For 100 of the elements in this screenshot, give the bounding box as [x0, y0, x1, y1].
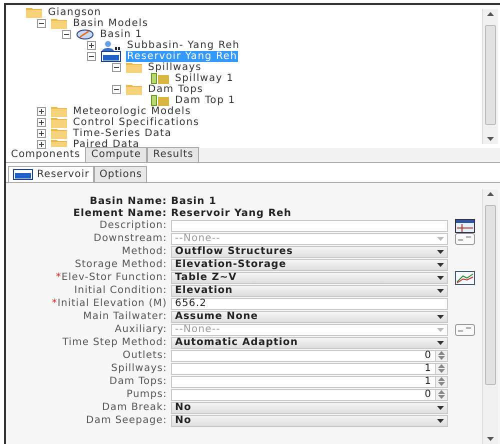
basin-icon [76, 29, 94, 40]
caret-icon [437, 276, 444, 280]
field-value: Basin 1 [171, 194, 217, 208]
collapse-icon[interactable] [62, 30, 71, 39]
tree-item[interactable]: Spillway 1 [174, 73, 235, 84]
step-up-icon [438, 351, 445, 355]
caret-icon [437, 328, 444, 332]
step-down-icon [438, 369, 445, 373]
folder-icon [26, 7, 42, 18]
tab[interactable]: Results [147, 147, 200, 162]
table-icon[interactable] [455, 218, 475, 232]
folder-icon [51, 18, 67, 29]
scroll-up-icon [487, 192, 494, 196]
field-label: Storage Method: [74, 258, 168, 272]
tab[interactable]: Components [6, 147, 86, 162]
number-spinner[interactable]: 0 [171, 388, 448, 400]
tab[interactable]: Options [94, 166, 148, 182]
tree-item[interactable]: Paired Data [72, 139, 141, 150]
chart-icon[interactable] [455, 270, 475, 284]
field-label: *Initial Elevation (M) [50, 297, 168, 311]
collapse-icon[interactable] [112, 63, 121, 72]
tree-item[interactable]: Dam Top 1 [174, 95, 236, 106]
field-label: Dam Seepage: [85, 414, 168, 428]
collapse-icon[interactable] [112, 85, 121, 94]
dropdown[interactable]: No [171, 402, 448, 414]
field-label: Description: [98, 219, 168, 233]
field-label: Pumps: [126, 388, 168, 402]
scrollbar[interactable] [482, 189, 498, 444]
scroll-down-icon [487, 437, 494, 441]
field-label: Main Tailwater: [82, 310, 168, 324]
field-value: Reservoir Yang Reh [171, 206, 292, 220]
tree-item[interactable]: Giangson [47, 7, 102, 18]
field-label: Outlets: [122, 349, 168, 363]
reservoir-icon [101, 51, 121, 62]
field-label: Time Step Method: [61, 336, 168, 350]
caret-icon [437, 406, 444, 410]
number-spinner[interactable]: 1 [171, 362, 448, 374]
tab[interactable]: Reservoir [8, 166, 94, 182]
structure-icon [151, 73, 169, 84]
step-down-icon [438, 356, 445, 360]
scroll-down-icon [487, 137, 494, 141]
structure-icon [151, 95, 169, 106]
dropdown[interactable]: Assume None [171, 310, 448, 322]
expand-icon[interactable] [37, 118, 46, 127]
dropdown[interactable]: No [171, 414, 448, 426]
reservoir-icon [13, 169, 33, 180]
tree-item[interactable]: Spillways [147, 62, 203, 73]
tree-item[interactable]: Control Specifications [72, 117, 200, 128]
collapse-icon[interactable] [87, 52, 96, 61]
field-label: Initial Condition: [73, 284, 168, 298]
step-down-icon [438, 382, 445, 386]
expand-icon[interactable] [87, 41, 96, 50]
dropdown[interactable]: Elevation-Storage [171, 258, 448, 270]
caret-icon [437, 314, 444, 318]
field-label: Method: [120, 245, 168, 259]
expand-icon[interactable] [37, 129, 46, 138]
number-spinner[interactable]: 1 [171, 376, 448, 388]
field-label: Basin Name: [88, 194, 168, 208]
caret-icon [437, 262, 444, 266]
number-spinner[interactable]: 0 [171, 350, 448, 362]
text-field[interactable] [171, 220, 448, 232]
dropdown[interactable]: Outflow Structures [171, 246, 448, 258]
folder-icon [51, 106, 67, 117]
text-field[interactable]: 656.2 [171, 298, 448, 310]
step-down-icon [438, 395, 445, 399]
scrollbar[interactable] [482, 9, 498, 144]
dropdown[interactable]: Elevation [171, 284, 448, 296]
field-label: Dam Tops: [108, 375, 168, 389]
tree-item[interactable]: Basin Models [72, 18, 150, 29]
tree-item[interactable]: Meteorologic Models [72, 106, 192, 117]
field-label: Spillways: [110, 362, 168, 376]
step-up-icon [438, 390, 445, 394]
expand-icon[interactable] [37, 140, 46, 149]
scroll-up-icon [487, 12, 494, 16]
collapse-icon[interactable] [37, 19, 46, 28]
dropdown[interactable]: Automatic Adaption [171, 336, 448, 348]
caret-icon [437, 418, 444, 422]
caret-icon [437, 340, 444, 344]
field-label: *Elev-Stor Function: [54, 271, 168, 285]
folder-icon [126, 62, 142, 73]
small-button-icon[interactable] [455, 232, 475, 244]
tab[interactable]: Compute [85, 147, 148, 162]
dropdown[interactable]: Table Z~V [171, 272, 448, 284]
caret-icon [437, 236, 444, 240]
folder-icon [126, 84, 142, 95]
folder-icon [51, 128, 67, 139]
field-label: Downstream: [92, 232, 168, 246]
expand-icon[interactable] [37, 107, 46, 116]
step-up-icon [438, 364, 445, 368]
step-up-icon [438, 377, 445, 381]
folder-icon [51, 117, 67, 128]
tree-item[interactable]: Time-Series Data [72, 128, 173, 139]
field-label: Dam Break: [101, 401, 168, 415]
field-label: Element Name: [72, 206, 168, 220]
caret-icon [437, 250, 444, 254]
tree-item[interactable]: Dam Tops [147, 84, 204, 95]
tree-item[interactable]: Subbasin- Yang Reh [126, 40, 241, 51]
tree-item[interactable]: Basin 1 [99, 29, 144, 40]
person-icon [101, 40, 121, 51]
caret-icon [437, 288, 444, 292]
